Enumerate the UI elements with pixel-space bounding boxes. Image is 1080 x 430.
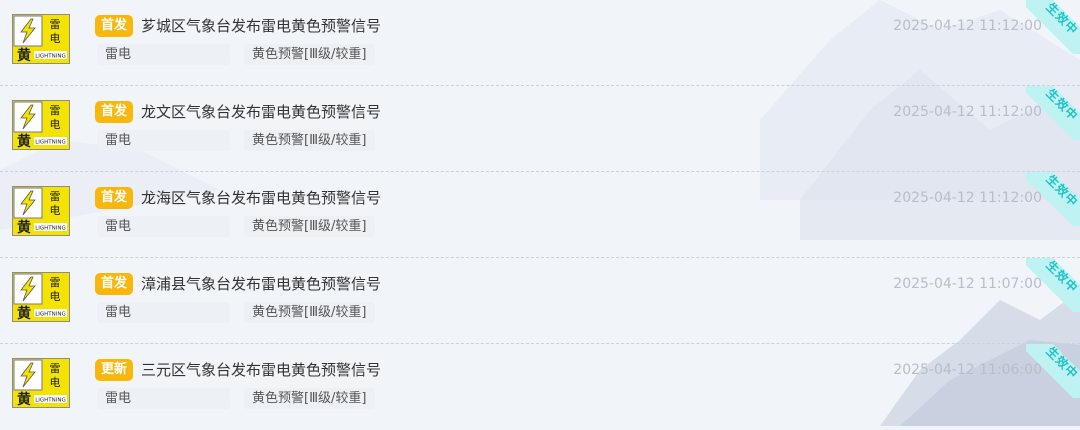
svg-text:雷: 雷: [50, 104, 61, 117]
svg-text:电: 电: [50, 204, 61, 217]
svg-text:雷: 雷: [50, 362, 61, 375]
lightning-yellow-warning-icon: 雷 电 黄 LIGHTNING: [12, 186, 70, 236]
svg-text:电: 电: [50, 376, 61, 389]
svg-text:LIGHTNING: LIGHTNING: [35, 312, 66, 318]
svg-text:电: 电: [50, 290, 61, 303]
warning-list-item[interactable]: 雷 电 黄 LIGHTNING 首发 漳浦县气象台发布雷电黄色预警信号 2025…: [0, 258, 1080, 344]
lightning-yellow-warning-icon: 雷 电 黄 LIGHTNING: [12, 14, 70, 64]
lightning-yellow-warning-icon: 雷 电 黄 LIGHTNING: [12, 358, 70, 408]
active-status-ribbon: 生效中: [1026, 344, 1080, 398]
warning-type-tag: 雷电: [97, 388, 230, 409]
active-status-ribbon: 生效中: [1026, 258, 1080, 312]
svg-text:LIGHTNING: LIGHTNING: [35, 140, 66, 146]
svg-text:电: 电: [50, 118, 61, 131]
publish-time: 2025-04-12 11:12:00: [893, 190, 1042, 206]
svg-text:雷: 雷: [50, 276, 61, 289]
status-badge: 首发: [95, 187, 134, 209]
svg-text:黄: 黄: [17, 305, 31, 321]
warning-type-tag: 雷电: [97, 130, 230, 151]
publish-time: 2025-04-12 11:06:00: [893, 362, 1042, 378]
warning-title-link[interactable]: 龙文区气象台发布雷电黄色预警信号: [141, 101, 381, 123]
warning-level-tag: 黄色预警[Ⅲ级/较重]: [244, 302, 375, 323]
warning-list-item[interactable]: 雷 电 黄 LIGHTNING 首发 龙文区气象台发布雷电黄色预警信号 2025…: [0, 86, 1080, 172]
warning-level-tag: 黄色预警[Ⅲ级/较重]: [244, 130, 375, 151]
warning-type-tag: 雷电: [97, 216, 230, 237]
svg-text:黄: 黄: [17, 219, 31, 235]
warning-title-link[interactable]: 三元区气象台发布雷电黄色预警信号: [141, 359, 381, 381]
svg-text:电: 电: [50, 32, 61, 45]
status-badge: 首发: [95, 15, 134, 37]
warning-list: 雷 电 黄 LIGHTNING 首发 芗城区气象台发布雷电黄色预警信号 2025…: [0, 0, 1080, 430]
status-badge: 首发: [95, 101, 134, 123]
status-badge: 更新: [95, 359, 134, 381]
lightning-yellow-warning-icon: 雷 电 黄 LIGHTNING: [12, 272, 70, 322]
warning-level-tag: 黄色预警[Ⅲ级/较重]: [244, 216, 375, 237]
svg-text:LIGHTNING: LIGHTNING: [35, 398, 66, 404]
warning-list-item[interactable]: 雷 电 黄 LIGHTNING 首发 芗城区气象台发布雷电黄色预警信号 2025…: [0, 0, 1080, 86]
svg-text:黄: 黄: [17, 133, 31, 149]
svg-text:黄: 黄: [17, 391, 31, 407]
lightning-yellow-warning-icon: 雷 电 黄 LIGHTNING: [12, 100, 70, 150]
warning-list-item[interactable]: 雷 电 黄 LIGHTNING 更新 三元区气象台发布雷电黄色预警信号 2025…: [0, 344, 1080, 430]
publish-time: 2025-04-12 11:07:00: [893, 276, 1042, 292]
svg-text:黄: 黄: [17, 47, 31, 63]
warning-level-tag: 黄色预警[Ⅲ级/较重]: [244, 44, 375, 65]
svg-text:雷: 雷: [50, 18, 61, 31]
active-status-ribbon: 生效中: [1026, 86, 1080, 140]
warning-list-item[interactable]: 雷 电 黄 LIGHTNING 首发 龙海区气象台发布雷电黄色预警信号 2025…: [0, 172, 1080, 258]
active-status-ribbon: 生效中: [1026, 172, 1080, 226]
publish-time: 2025-04-12 11:12:00: [893, 104, 1042, 120]
warning-title-link[interactable]: 芗城区气象台发布雷电黄色预警信号: [141, 15, 381, 37]
svg-text:LIGHTNING: LIGHTNING: [35, 54, 66, 60]
warning-type-tag: 雷电: [97, 44, 230, 65]
svg-text:雷: 雷: [50, 190, 61, 203]
warning-title-link[interactable]: 漳浦县气象台发布雷电黄色预警信号: [141, 273, 381, 295]
status-badge: 首发: [95, 273, 134, 295]
publish-time: 2025-04-12 11:12:00: [893, 18, 1042, 34]
warning-title-link[interactable]: 龙海区气象台发布雷电黄色预警信号: [141, 187, 381, 209]
active-status-ribbon: 生效中: [1026, 0, 1080, 54]
warning-type-tag: 雷电: [97, 302, 230, 323]
svg-text:LIGHTNING: LIGHTNING: [35, 226, 66, 232]
warning-level-tag: 黄色预警[Ⅲ级/较重]: [244, 388, 375, 409]
